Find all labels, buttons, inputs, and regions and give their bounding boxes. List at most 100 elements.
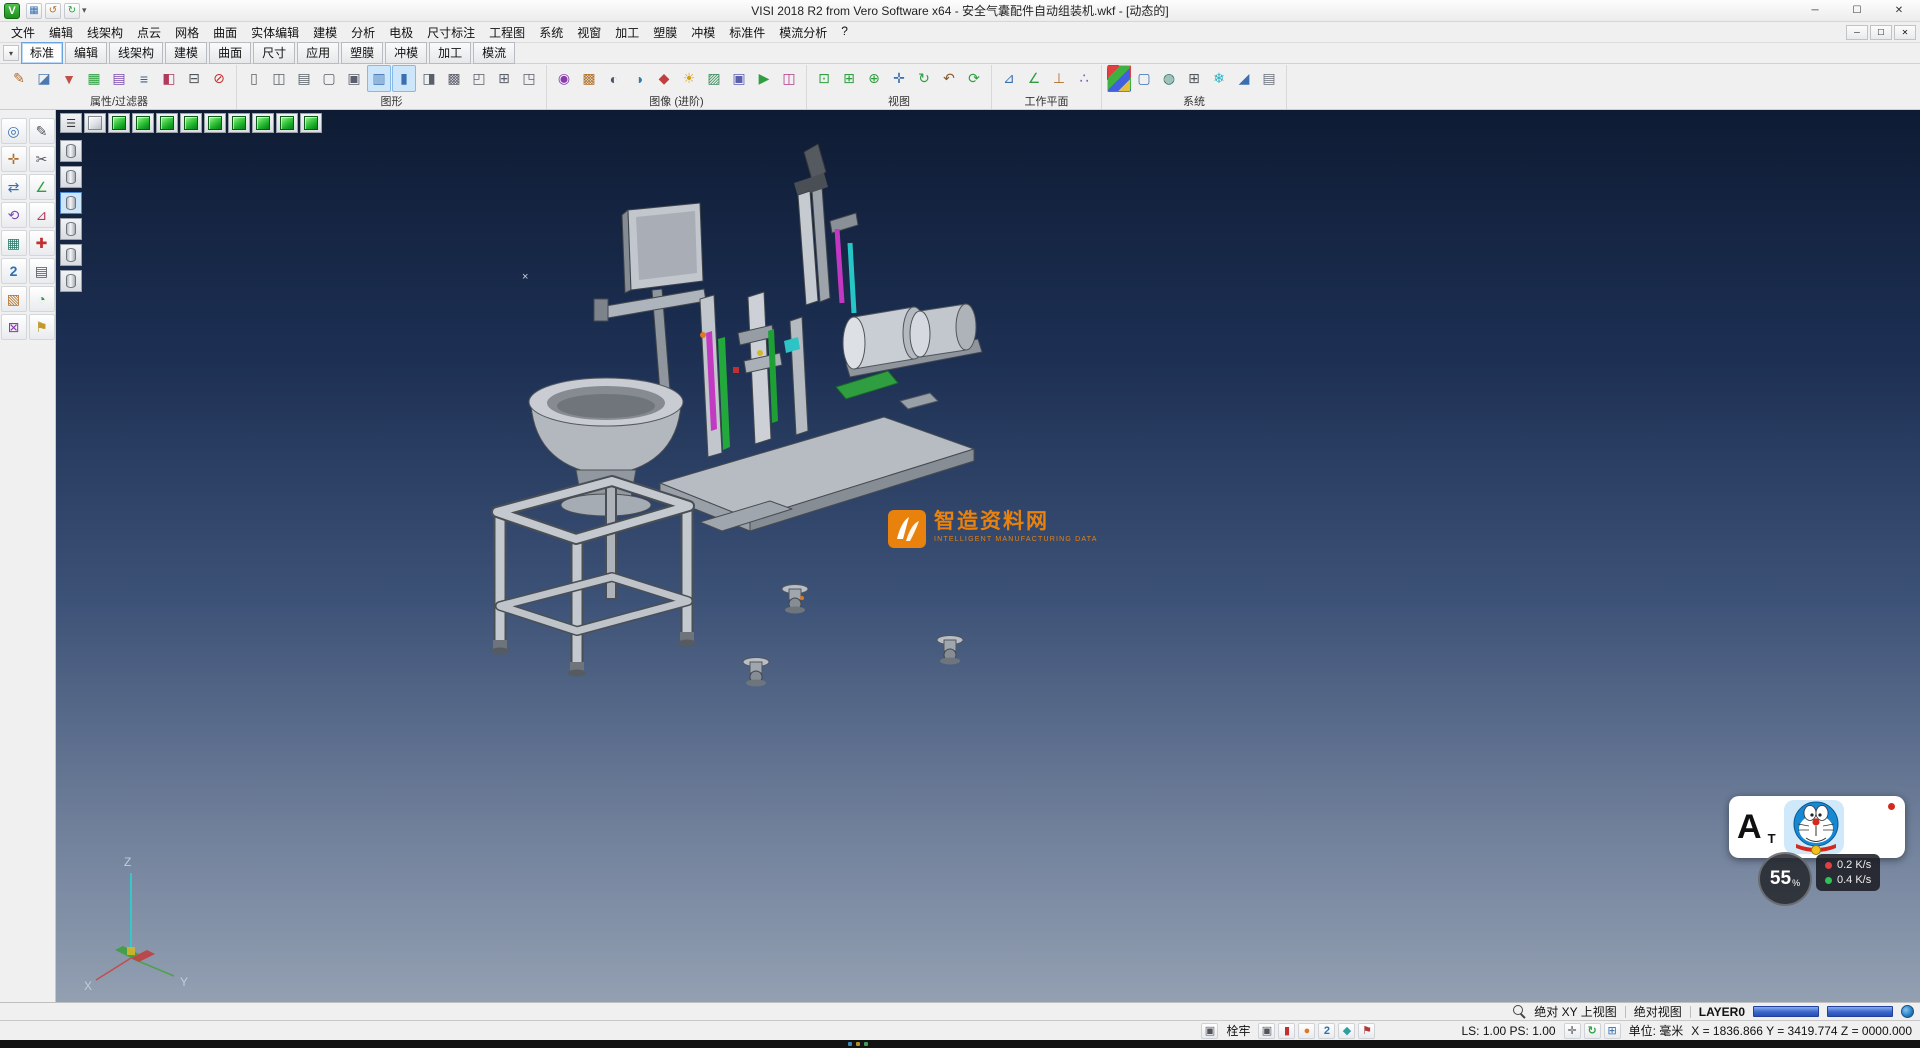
view-right-icon[interactable] xyxy=(204,113,226,133)
save-file-icon[interactable]: ▦ xyxy=(26,3,42,19)
workplane-3point-icon[interactable]: ∴ xyxy=(1072,65,1096,92)
orange-gear-icon[interactable]: ● xyxy=(1298,1023,1315,1039)
palette-tool-icon[interactable]: ▧ xyxy=(1,286,27,312)
menu-item[interactable]: 点云 xyxy=(130,22,168,43)
globe-status-icon[interactable] xyxy=(1901,1005,1914,1018)
menu-item[interactable]: 电极 xyxy=(382,22,420,43)
tab-application[interactable]: 应用 xyxy=(297,42,339,64)
globe-settings-icon[interactable]: ◍ xyxy=(1157,65,1181,92)
grid-toggle-icon[interactable]: ⊞ xyxy=(1604,1023,1621,1039)
tab-standard[interactable]: 标准 xyxy=(21,42,63,64)
redraw-icon[interactable]: ⟳ xyxy=(962,65,986,92)
tab-mold[interactable]: 塑膜 xyxy=(341,42,383,64)
refresh-view-icon[interactable]: ↻ xyxy=(1584,1023,1601,1039)
taskbar-icon[interactable] xyxy=(864,1042,868,1046)
close-button[interactable]: ✕ xyxy=(1878,0,1920,21)
quick-filter-icon[interactable]: ⊟ xyxy=(182,65,206,92)
light-icon[interactable]: ☀ xyxy=(677,65,701,92)
view-slot-1-icon[interactable] xyxy=(60,140,82,162)
tab-die[interactable]: 冲模 xyxy=(385,42,427,64)
layers-tool-icon[interactable]: ▤ xyxy=(29,258,55,284)
view-back-icon[interactable] xyxy=(156,113,178,133)
tab-machining[interactable]: 加工 xyxy=(429,42,471,64)
pan-view-icon[interactable]: ✛ xyxy=(887,65,911,92)
blue-numeral-2-icon[interactable]: 2 xyxy=(1318,1023,1335,1039)
flag-tool-icon[interactable]: ⚑ xyxy=(29,314,55,340)
doc-restore-button[interactable]: ☐ xyxy=(1870,25,1892,40)
view-slot-5-icon[interactable] xyxy=(60,244,82,266)
shadow-icon[interactable]: ◐ xyxy=(602,65,626,92)
zoom-window-icon[interactable]: ⊞ xyxy=(837,65,861,92)
lock-toggle-icon[interactable]: ▣ xyxy=(1201,1023,1218,1039)
grid-display-icon[interactable]: ⊞ xyxy=(492,65,516,92)
magnifier-tool-icon[interactable]: ◎ xyxy=(1,118,27,144)
points-display-icon[interactable]: ▯ xyxy=(242,65,266,92)
red-notebook-icon[interactable]: ▮ xyxy=(1278,1023,1295,1039)
workplane-align-icon[interactable]: ∠ xyxy=(1022,65,1046,92)
scissors-tool-icon[interactable]: ✂ xyxy=(29,146,55,172)
minimize-button[interactable]: ─ xyxy=(1794,0,1836,21)
menu-item[interactable]: 视窗 xyxy=(570,22,608,43)
material-icon[interactable]: ◆ xyxy=(652,65,676,92)
filter-element-icon[interactable]: ◧ xyxy=(157,65,181,92)
capture-image-icon[interactable]: ▣ xyxy=(727,65,751,92)
edit-attributes-icon[interactable]: ✎ xyxy=(7,65,31,92)
view-mode-field[interactable]: 绝对 XY 上视图 xyxy=(1534,1003,1616,1020)
filter-color-icon[interactable]: ▦ xyxy=(82,65,106,92)
axes-toggle-icon[interactable]: ✛ xyxy=(1564,1023,1581,1039)
taskbar-icon[interactable] xyxy=(856,1042,860,1046)
menu-item[interactable]: ? xyxy=(834,22,855,43)
numbered-note-icon[interactable]: 2 xyxy=(1,258,27,284)
display-settings-icon[interactable]: ▢ xyxy=(1132,65,1156,92)
edges-display-icon[interactable]: ▣ xyxy=(342,65,366,92)
wireframe-display-icon[interactable]: ◫ xyxy=(267,65,291,92)
menu-item[interactable]: 实体编辑 xyxy=(244,22,306,43)
workplane-normal-icon[interactable]: ⊥ xyxy=(1047,65,1071,92)
menu-item[interactable]: 曲面 xyxy=(206,22,244,43)
tab-wireframe[interactable]: 线架构 xyxy=(109,42,163,64)
menu-item[interactable]: 文件 xyxy=(4,22,42,43)
caster-part-3[interactable] xyxy=(937,636,963,665)
menu-item[interactable]: 编辑 xyxy=(42,22,80,43)
compass-tool-icon[interactable]: ◔ xyxy=(29,286,55,312)
background-icon[interactable]: ▨ xyxy=(702,65,726,92)
stereo-view-icon[interactable]: ◫ xyxy=(777,65,801,92)
cad-model[interactable]: × xyxy=(491,144,982,687)
hatch-display-icon[interactable]: ▩ xyxy=(442,65,466,92)
menu-item[interactable]: 线架构 xyxy=(80,22,130,43)
tab-edit[interactable]: 编辑 xyxy=(65,42,107,64)
view-bottom-icon[interactable] xyxy=(228,113,250,133)
spiral-tool-icon[interactable]: ⟲ xyxy=(1,202,27,228)
windows-taskbar[interactable] xyxy=(0,1040,1920,1048)
texture-icon[interactable]: ▩ xyxy=(577,65,601,92)
draft-angle-icon[interactable]: ◢ xyxy=(1232,65,1256,92)
rotate-view-icon[interactable]: ↻ xyxy=(912,65,936,92)
tab-flow[interactable]: 模流 xyxy=(473,42,515,64)
transparency-icon[interactable]: ▢ xyxy=(317,65,341,92)
zoom-fit-icon[interactable]: ⊡ xyxy=(812,65,836,92)
taskbar-icon[interactable] xyxy=(848,1042,852,1046)
copy-attributes-icon[interactable]: ◪ xyxy=(32,65,56,92)
view-iso-ne-icon[interactable] xyxy=(252,113,274,133)
axis-tool-icon[interactable]: ✛ xyxy=(1,146,27,172)
angle-tool-icon[interactable]: ∠ xyxy=(29,174,55,200)
filter-selection-icon[interactable]: ▼ xyxy=(57,65,81,92)
vertical-column[interactable] xyxy=(794,144,858,313)
view-slot-4-icon[interactable] xyxy=(60,218,82,240)
active-layer-field[interactable]: LAYER0 xyxy=(1699,1005,1745,1019)
menu-item[interactable]: 尺寸标注 xyxy=(420,22,482,43)
previous-view-icon[interactable]: ↶ xyxy=(937,65,961,92)
search-icon[interactable] xyxy=(1513,1005,1526,1018)
reflection-icon[interactable]: ◑ xyxy=(627,65,651,92)
workplane-xy-icon[interactable]: ⊿ xyxy=(997,65,1021,92)
menu-item[interactable]: 工程图 xyxy=(482,22,532,43)
snowflake-icon[interactable]: ❄ xyxy=(1207,65,1231,92)
view-iso-nw-icon[interactable] xyxy=(276,113,298,133)
caster-part-1[interactable] xyxy=(782,585,808,614)
cad-viewport-canvas[interactable]: × xyxy=(56,110,1920,1002)
table-icon[interactable]: ⊞ xyxy=(1182,65,1206,92)
calculator-icon[interactable]: ▤ xyxy=(1257,65,1281,92)
tab-dimension[interactable]: 尺寸 xyxy=(253,42,295,64)
knife-tool-icon[interactable]: ⊿ xyxy=(29,202,55,228)
teal-diamond-icon[interactable]: ◆ xyxy=(1338,1023,1355,1039)
